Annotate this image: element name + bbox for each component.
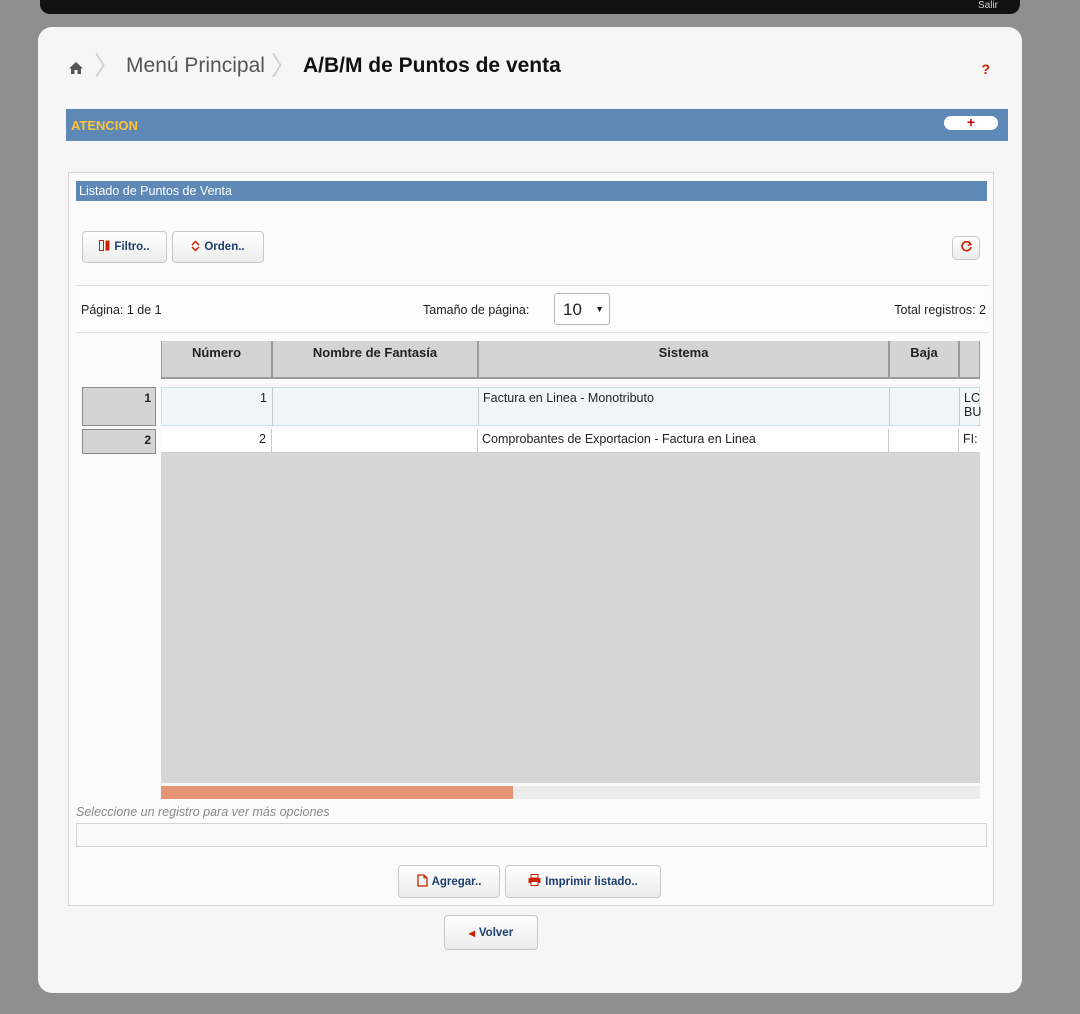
cell-baja [889, 429, 959, 452]
add-button[interactable]: Agregar.. [398, 865, 500, 898]
printer-icon [528, 874, 541, 889]
record-options-area [76, 823, 987, 847]
home-icon[interactable] [68, 58, 84, 74]
attention-expand-toggle[interactable]: + [944, 115, 998, 130]
back-label: Volver [478, 926, 514, 939]
top-bar: Salir [40, 0, 1020, 14]
cell-fantasia [272, 429, 478, 452]
list-panel: Listado de Puntos de Venta Filtro.. Orde… [68, 172, 994, 906]
print-list-button[interactable]: Imprimir listado.. [505, 865, 661, 898]
order-label: Orden.. [204, 241, 245, 253]
row-index[interactable]: 1 [82, 387, 156, 426]
horizontal-scrollbar[interactable] [161, 786, 980, 799]
column-header-baja[interactable]: Baja [889, 341, 959, 379]
filter-button[interactable]: Filtro.. [82, 231, 167, 263]
cell-baja [890, 388, 960, 425]
add-label: Agregar.. [431, 875, 482, 888]
table-row[interactable]: 2 Comprobantes de Exportacion - Factura … [161, 429, 980, 453]
main-card: 〉 Menú Principal 〉 A/B/M de Puntos de ve… [38, 27, 1022, 993]
cell-extra-line: LC [964, 391, 980, 405]
breadcrumb-separator: 〉 [270, 51, 297, 81]
row-index[interactable]: 2 [82, 429, 156, 454]
cell-extra-line: BU [964, 405, 981, 419]
table-row[interactable]: 1 Factura en Linea - Monotributo LC BU [161, 387, 981, 426]
cell-sistema: Comprobantes de Exportacion - Factura en… [478, 429, 889, 452]
cell-extra: LC BU [960, 388, 981, 425]
attention-bar: ATENCION + [66, 109, 1008, 141]
page-size-label: Tamaño de página: [423, 303, 530, 317]
cell-numero: 2 [161, 429, 272, 452]
cell-fantasia [273, 388, 479, 425]
page-size-value: 10 [563, 300, 582, 319]
sort-icon [191, 239, 200, 255]
caret-left-icon: ◂ [468, 925, 475, 940]
grid-empty-area [161, 453, 980, 783]
cell-extra: FI: [959, 429, 980, 452]
pager-row: Página: 1 de 1 Tamaño de página: 10 ▼ To… [76, 285, 989, 333]
page-indicator: Página: 1 de 1 [81, 303, 162, 317]
print-label: Imprimir listado.. [545, 875, 638, 888]
data-grid: Número Nombre de Fantasía Sistema Baja 1… [76, 341, 981, 799]
grid-header: Número Nombre de Fantasía Sistema Baja [161, 341, 980, 379]
selection-hint: Seleccione un registro para ver más opci… [76, 805, 330, 819]
column-header-fantasia[interactable]: Nombre de Fantasía [272, 341, 478, 379]
column-header-extra[interactable] [959, 341, 980, 379]
page-title: A/B/M de Puntos de venta [302, 54, 561, 77]
column-header-numero[interactable]: Número [161, 341, 272, 379]
order-button[interactable]: Orden.. [172, 231, 264, 263]
add-document-icon [416, 873, 428, 890]
attention-title: ATENCION [71, 118, 138, 133]
scrollbar-thumb[interactable] [161, 786, 514, 799]
panel-title: Listado de Puntos de Venta [76, 181, 987, 201]
refresh-button[interactable] [952, 236, 980, 260]
cell-numero: 1 [162, 388, 273, 425]
help-button[interactable]: ? [981, 61, 990, 77]
page-size-select[interactable]: 10 ▼ [554, 293, 610, 325]
breadcrumb-separator: 〉 [94, 51, 121, 81]
filter-icon [99, 240, 110, 254]
logout-link[interactable]: Salir [978, 0, 998, 11]
column-header-sistema[interactable]: Sistema [478, 341, 889, 379]
total-records: Total registros: 2 [894, 303, 986, 317]
back-button[interactable]: ◂ Volver [444, 915, 538, 950]
chevron-down-icon: ▼ [595, 304, 604, 314]
breadcrumb-menu-link[interactable]: Menú Principal [126, 54, 265, 78]
cell-sistema: Factura en Linea - Monotributo [479, 388, 890, 425]
filter-label: Filtro.. [114, 241, 150, 253]
breadcrumb: 〉 Menú Principal 〉 A/B/M de Puntos de ve… [68, 53, 561, 79]
refresh-icon [960, 240, 973, 256]
cell-extra-line: FI: [963, 432, 978, 446]
